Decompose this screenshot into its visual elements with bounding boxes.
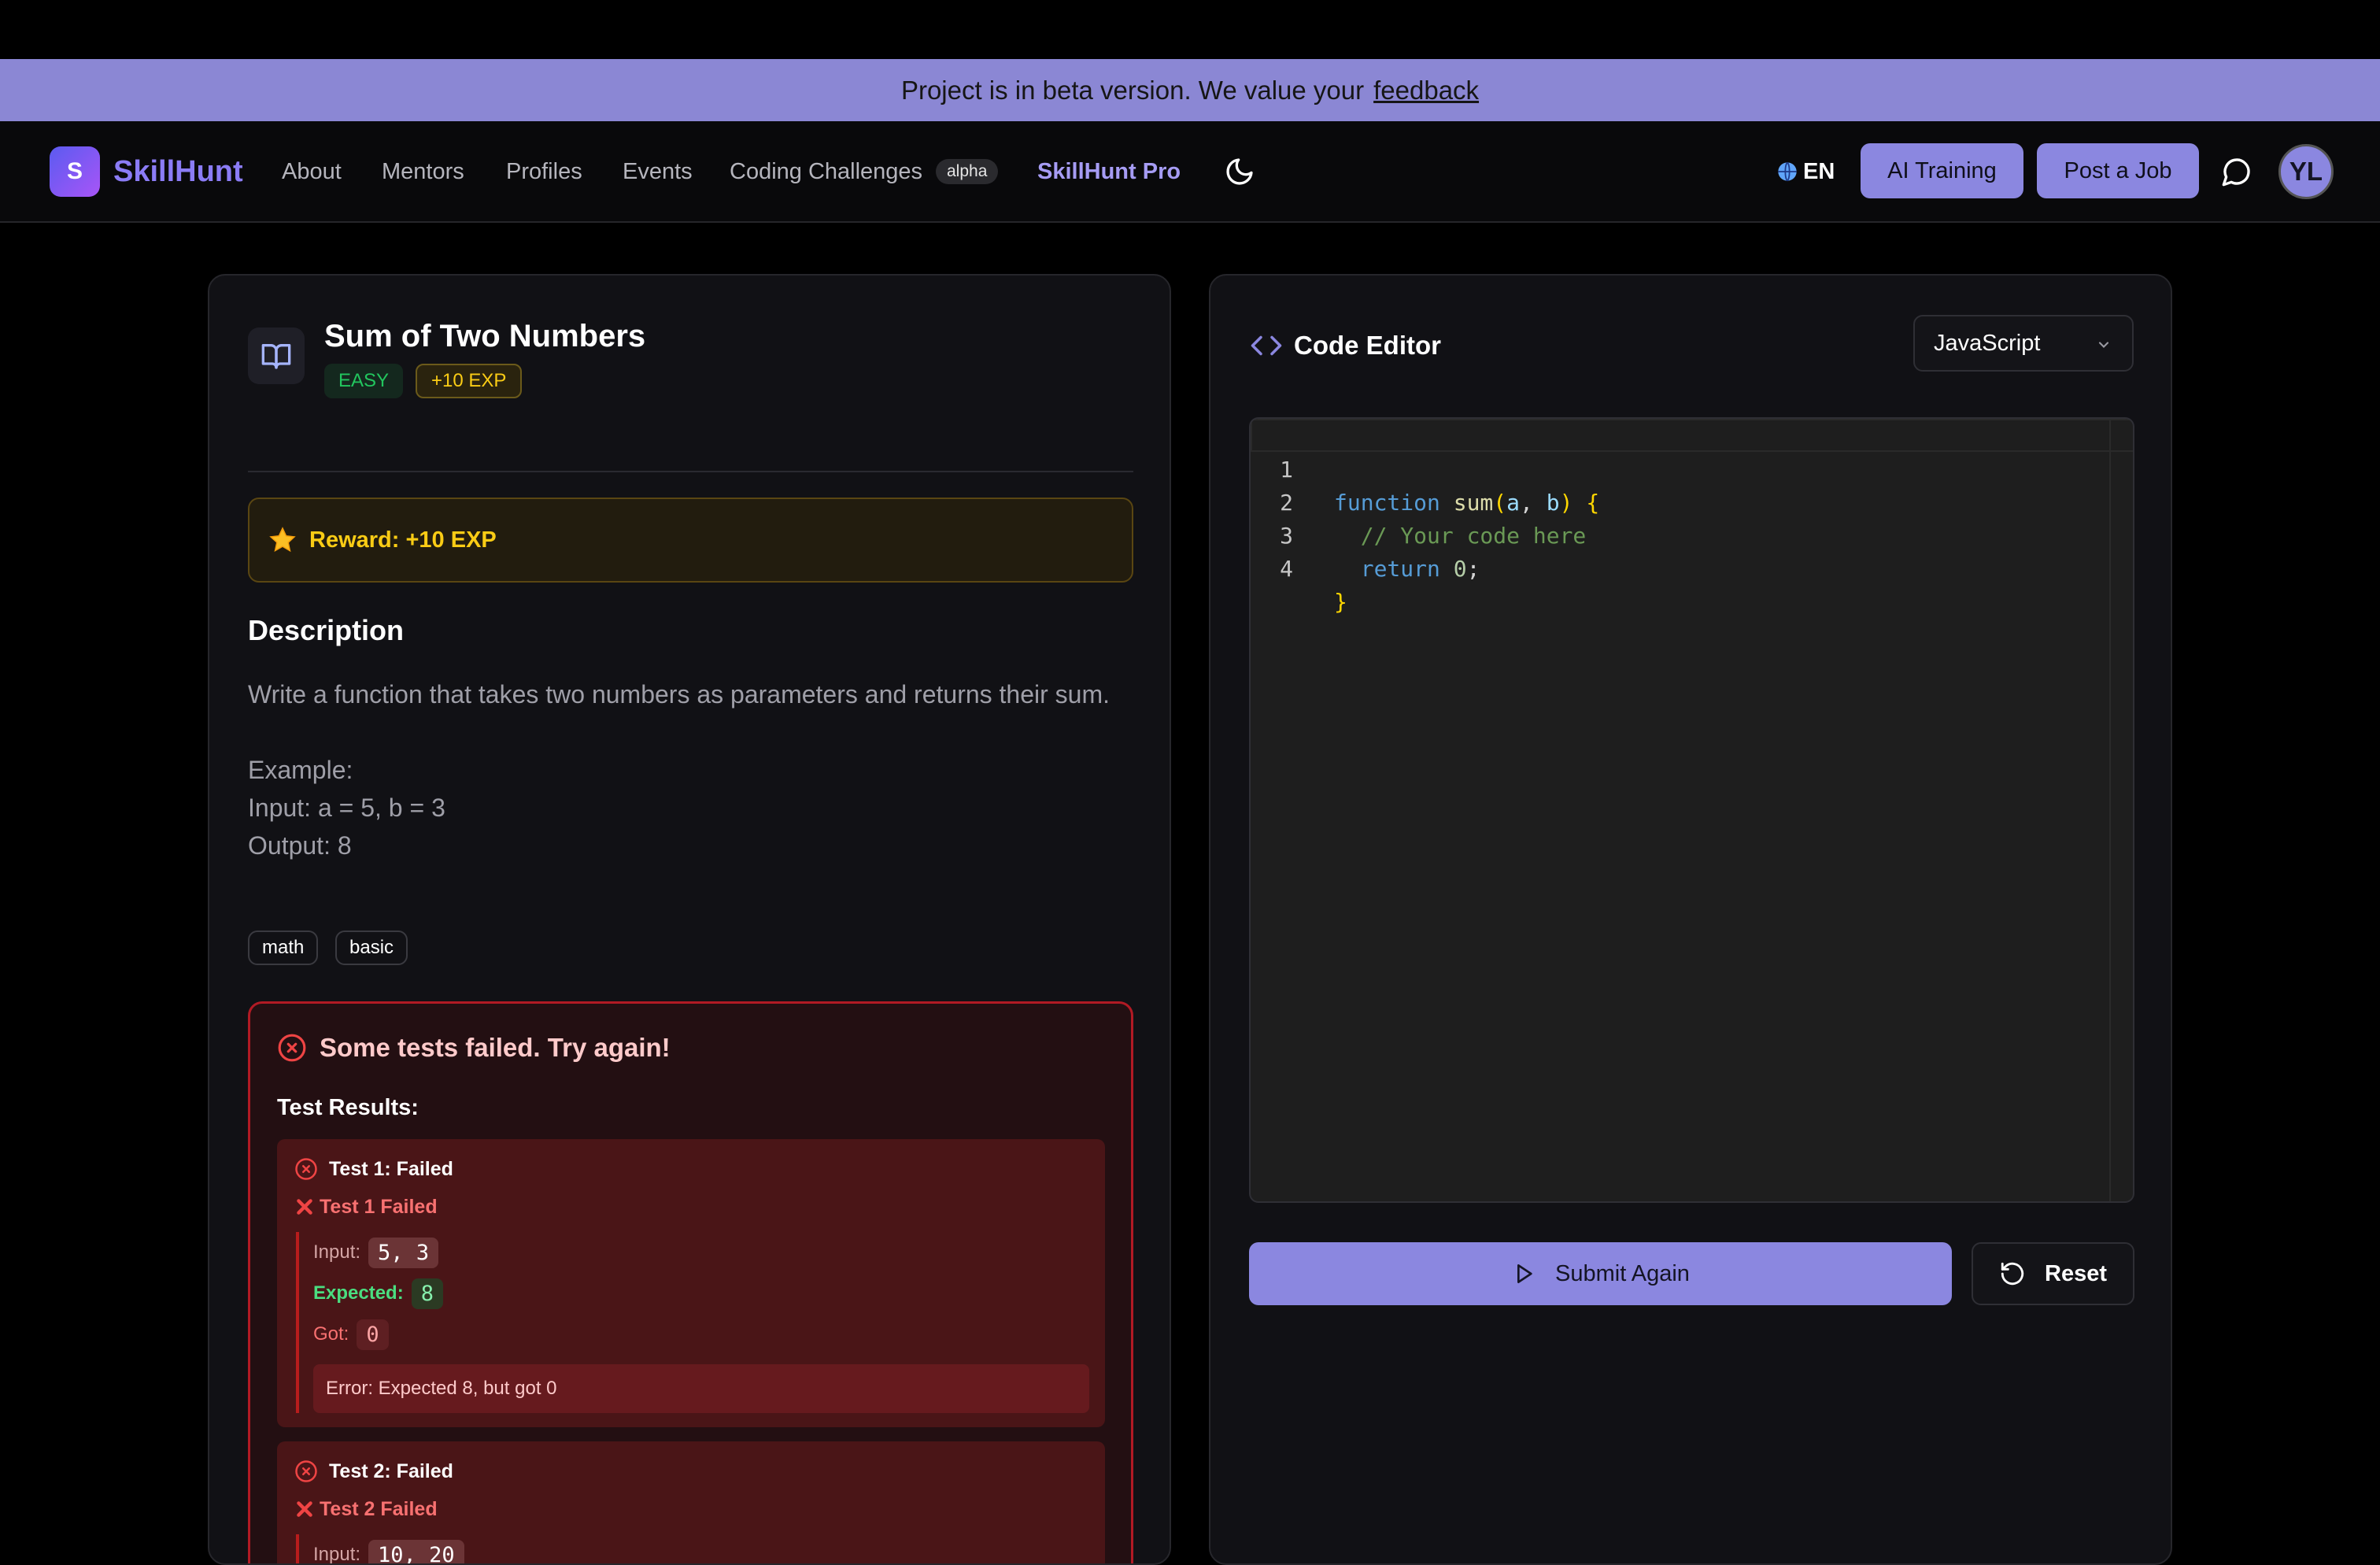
x-circle-icon [294,1157,318,1181]
test-1-details: Input: 5, 3 Expected: 8 Got: 0 Error: Ex… [296,1232,1089,1413]
example-output: Output: 8 [248,827,1133,864]
input-value: 5, 3 [368,1238,438,1268]
top-black-strip [0,0,2380,59]
divider [248,471,1133,472]
moon-icon[interactable] [1224,156,1255,187]
nav-link-skillhunt-pro[interactable]: SkillHunt Pro [1037,156,1181,187]
description-heading: Description [248,612,404,649]
top-navbar: S SkillHunt About Mentors Profiles Event… [0,121,2380,223]
beta-banner-text: Project is in beta version. We value you… [901,76,1364,105]
language-select-value: JavaScript [1934,331,2040,357]
submit-label: Submit Again [1555,1261,1690,1287]
code-line-3: 3 return 0; [1251,487,2116,520]
line-number: 4 [1251,553,1293,586]
test-2-header: Test 2: Failed [294,1457,453,1485]
chevron-down-icon [2096,337,2112,353]
description-text: Write a function that takes two numbers … [248,675,1133,864]
language-label: EN [1803,154,1835,189]
reset-button[interactable]: Reset [1972,1242,2134,1305]
nav-link-profiles[interactable]: Profiles [506,156,582,187]
input-label: Input: [313,1544,360,1565]
test-results-box: Some tests failed. Try again! Test Resul… [248,1001,1133,1565]
challenge-panel: Sum of Two Numbers EASY +10 EXP Reward: … [208,274,1171,1565]
logo-icon[interactable]: S [50,146,100,197]
language-selector[interactable]: EN [1776,154,1835,189]
code-icon [1250,329,1283,362]
code-line-4: 4 } [1251,520,2116,553]
difficulty-badge: EASY [324,364,403,398]
description-body: Write a function that takes two numbers … [248,675,1133,713]
example-label: Example: [248,751,1133,789]
got-label: Got: [313,1323,349,1345]
code-line-1: 1 function sum(a, b) { [1251,420,2116,453]
reset-label: Reset [2045,1261,2107,1287]
expected-label: Expected: [313,1282,404,1304]
test-2-sub: Test 2 Failed [294,1495,438,1523]
chat-icon[interactable] [2221,156,2252,187]
exp-badge: +10 EXP [416,364,522,398]
test-results-label: Test Results: [277,1092,419,1123]
test-1-header: Test 1: Failed [294,1155,453,1183]
feedback-link[interactable]: feedback [1373,76,1479,105]
test-1-head-text: Test 1: Failed [329,1155,453,1183]
fail-status-text: Some tests failed. Try again! [320,1030,671,1065]
alpha-badge: alpha [936,159,998,184]
code-editor-title: Code Editor [1294,326,1441,365]
reward-text: Reward: +10 EXP [309,527,497,553]
star-icon [268,526,297,554]
rotate-ccw-icon [1999,1260,2026,1287]
input-value: 10, 20 [368,1540,464,1565]
example-input: Input: a = 5, b = 3 [248,789,1133,827]
globe-icon [1776,161,1798,183]
brand-name[interactable]: SkillHunt [113,151,243,192]
test-card-1: Test 1: Failed Test 1 Failed Input: 5, 3… [277,1139,1105,1427]
x-icon [294,1197,315,1217]
test-2-details: Input: 10, 20 [296,1534,1089,1565]
nav-link-coding-challenges[interactable]: Coding Challenges [730,156,922,187]
test-2-sub-text: Test 2 Failed [320,1495,438,1523]
x-circle-icon [294,1460,318,1483]
reward-box: Reward: +10 EXP [248,498,1133,583]
nav-link-about[interactable]: About [282,156,342,187]
ai-training-button[interactable]: AI Training [1861,143,2023,198]
input-label: Input: [313,1241,360,1263]
x-circle-icon [277,1033,307,1063]
test-1-sub-text: Test 1 Failed [320,1193,438,1221]
tag-basic: basic [335,930,408,965]
code-editor[interactable]: 1 function sum(a, b) { 2 // Your code he… [1249,417,2134,1203]
test-2-head-text: Test 2: Failed [329,1457,453,1485]
error-message: Error: Expected 8, but got 0 [313,1364,1089,1413]
fail-status: Some tests failed. Try again! [277,1030,671,1065]
x-icon [294,1499,315,1519]
play-icon [1511,1261,1536,1286]
language-select[interactable]: JavaScript [1913,315,2134,372]
code-editor-panel: Code Editor JavaScript 1 function sum(a,… [1209,274,2172,1565]
test-card-2: Test 2: Failed Test 2 Failed Input: 10, … [277,1441,1105,1565]
beta-banner: Project is in beta version. We value you… [0,59,2380,121]
expected-value: 8 [412,1278,443,1309]
tag-math: math [248,930,318,965]
nav-link-events[interactable]: Events [623,156,693,187]
got-value: 0 [357,1319,388,1350]
code-line-2: 2 // Your code here [1251,453,2116,487]
avatar[interactable]: YL [2278,144,2334,199]
nav-link-mentors[interactable]: Mentors [382,156,464,187]
challenge-title: Sum of Two Numbers [324,316,645,356]
test-1-sub: Test 1 Failed [294,1193,438,1221]
submit-button[interactable]: Submit Again [1249,1242,1952,1305]
book-icon [248,327,305,384]
post-job-button[interactable]: Post a Job [2037,143,2199,198]
